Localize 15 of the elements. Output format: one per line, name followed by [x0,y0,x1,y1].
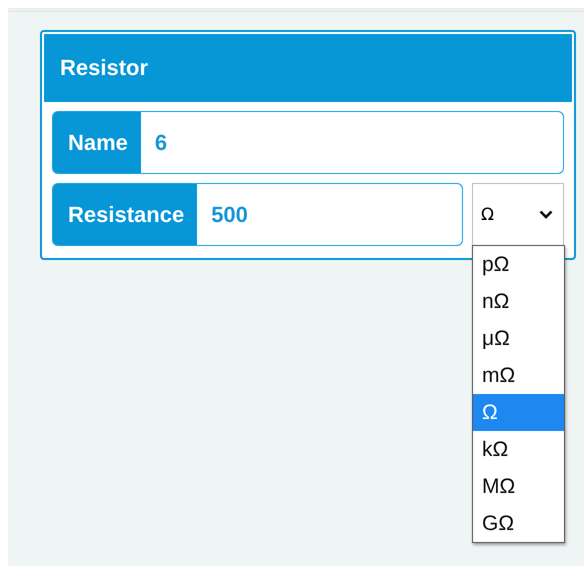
unit-option[interactable]: MΩ [473,468,564,505]
field-value: 500 [210,200,248,228]
unit-option[interactable]: kΩ [473,431,564,468]
unit-option[interactable]: GΩ [473,505,564,542]
field-label: Resistance [53,184,198,245]
unit-option[interactable]: μΩ [473,320,564,357]
unit-option[interactable]: mΩ [473,357,564,394]
panel-title: Resistor [60,55,148,81]
unit-option[interactable]: nΩ [473,283,564,320]
unit-select[interactable]: Ω [472,183,564,246]
unit-option[interactable]: Ω [473,394,564,431]
chevron-down-icon [539,210,553,219]
unit-option[interactable]: pΩ [473,246,564,283]
field-value: 6 [154,128,168,156]
field-label: Name [53,112,141,173]
